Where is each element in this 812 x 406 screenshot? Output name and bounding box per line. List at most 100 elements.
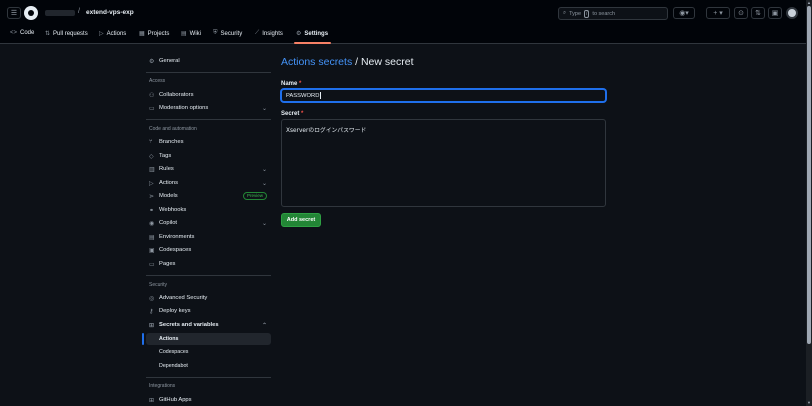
repo-nav-tabs: <> Code ⇅ Pull requests ▷ Actions ▦ Projects… [0,27,806,43]
key-icon: ⚷ [149,308,154,315]
page-title: Actions secrets / New secret [281,56,413,68]
issues-button[interactable]: ⊙ [734,7,748,19]
hamburger-menu-button[interactable]: ☰ [7,7,21,19]
page-title-text: New secret [360,56,414,68]
sidebar-item-copilot[interactable]: ◉ Copilot ⌄ [146,217,271,229]
breadcrumb-separator: / [352,56,361,68]
secret-label: Secret * [281,111,304,117]
sidebar-item-moderation[interactable]: ▭ Moderation options ⌄ [146,102,271,114]
sidebar-item-codespaces[interactable]: ▣ Codespaces [146,244,271,256]
chevron-down-icon: ⌄ [261,180,267,187]
sidebar-item-pages[interactable]: ▭ Pages [146,258,271,270]
tab-settings[interactable]: ⚙ Settings [296,30,328,38]
search-input[interactable]: ⌕ Type / to search [558,7,668,20]
pull-request-icon: ⇅ [755,10,761,17]
rules-icon: ▥ [149,166,155,173]
webhook-icon: ⚭ [149,207,155,214]
sidebar-divider [146,72,271,73]
sidebar-item-branches[interactable]: ⑂ Branches [146,136,271,148]
codescan-icon: ◎ [149,295,155,302]
people-icon: ⚇ [149,92,155,99]
sidebar-subitem-dependabot[interactable]: Dependabot [146,360,271,372]
codespaces-icon: ▣ [149,247,155,254]
code-icon: <> [10,30,18,36]
chevron-down-icon: ⌄ [261,220,267,227]
server-icon: ▤ [149,234,155,241]
add-secret-button[interactable]: Add secret [281,213,321,227]
scroll-up-arrow-icon[interactable]: ▲ [807,0,811,5]
comment-icon: ▭ [149,105,155,112]
tab-actions[interactable]: ▷ Actions [99,30,126,38]
inbox-icon: ▣ [771,10,779,17]
tab-wiki[interactable]: ▤ Wiki [181,30,201,38]
pull-request-icon: ⇅ [45,31,51,37]
breadcrumb-actions-secrets-link[interactable]: Actions secrets [281,56,352,68]
sidebar-item-rules[interactable]: ▥ Rules ⌄ [146,163,271,175]
tab-insights[interactable]: ⟋ Insights [255,30,283,37]
sidebar-heading-code-automation: Code and automation [149,126,197,132]
repo-separator: / [78,8,80,15]
book-icon: ▤ [181,31,187,37]
sidebar-item-webhooks[interactable]: ⚭ Webhooks [146,204,271,216]
sidebar-heading-integrations: Integrations [149,383,176,389]
table-icon: ▦ [139,31,145,37]
sidebar-subitem-codespaces[interactable]: Codespaces [146,346,271,358]
tab-security[interactable]: ⛨ Security [213,30,242,37]
tab-pull-requests[interactable]: ⇅ Pull requests [45,30,88,38]
issue-icon: ⊙ [738,10,744,17]
name-label: Name * [281,81,302,87]
play-icon: ▷ [99,31,104,37]
repo-name-link[interactable]: extend-vps-exp [86,9,134,16]
create-new-button[interactable]: + ▾ [706,7,730,19]
repo-owner-redacted[interactable] [45,10,75,16]
tab-projects[interactable]: ▦ Projects [139,30,169,38]
text-cursor [320,92,322,99]
sidebar-divider [146,275,271,276]
shield-icon: ⛨ [213,30,218,36]
sidebar-item-actions[interactable]: ▷ Actions ⌄ [146,177,271,189]
tag-icon: ◇ [149,153,154,160]
pull-requests-button[interactable]: ⇅ [751,7,765,19]
copilot-icon: ◉▾ [679,10,689,17]
preview-badge: Preview [242,192,267,200]
chevron-up-icon: ⌃ [261,322,267,329]
secret-value-textarea[interactable]: Xserverのログインパスワード [281,119,606,207]
search-icon: ⌕ [563,10,567,16]
required-mark: * [301,111,304,117]
scrollbar-thumb[interactable] [807,6,811,344]
asterisk-icon: ⊞ [149,322,155,329]
sidebar-item-secrets-variables[interactable]: ⊞ Secrets and variables ⌃ [146,319,271,331]
active-tab-indicator [294,42,331,44]
scroll-down-arrow-icon[interactable]: ▼ [807,400,811,405]
copilot-button[interactable]: ◉▾ [673,7,695,19]
github-logo-icon[interactable] [24,6,38,20]
chevron-down-icon: ⌄ [261,105,267,112]
graph-icon: ⟋ [255,30,260,36]
secret-name-input[interactable]: PASSWORD [281,89,606,102]
sidebar-item-environments[interactable]: ▤ Environments [146,231,271,243]
inbox-button[interactable]: ▣ [768,7,782,19]
sidebar-divider [146,377,271,378]
sidebar-divider [146,119,271,120]
sidebar-subitem-actions[interactable]: Actions [146,333,271,345]
copilot-icon: ◉ [149,220,155,227]
gear-icon: ⚙ [296,31,302,37]
sidebar-item-tags[interactable]: ◇ Tags [146,150,271,162]
menu-icon: ☰ [10,10,18,17]
global-header: ☰ / extend-vps-exp ⌕ Type / to search ◉▾… [0,0,806,44]
top-bar: ☰ / extend-vps-exp ⌕ Type / to search ◉▾… [0,0,806,26]
sidebar-heading-security: Security [149,282,168,288]
sidebar-item-models[interactable]: ⋗ Models Preview [146,190,271,202]
chevron-down-icon: ⌄ [261,166,267,173]
tab-code[interactable]: <> Code [10,30,34,36]
sidebar-item-collaborators[interactable]: ⚇ Collaborators [146,89,271,101]
sidebar-item-deploy-keys[interactable]: ⚷ Deploy keys [146,305,271,317]
branch-icon: ⑂ [149,139,153,145]
plus-icon: + ▾ [713,10,723,17]
sidebar-heading-access: Access [149,78,166,84]
sidebar-item-general[interactable]: ⚙ General [146,55,271,67]
play-icon: ▷ [149,180,154,187]
sidebar-item-advanced-security[interactable]: ◎ Advanced Security [146,292,271,304]
sidebar-item-github-apps[interactable]: ⊞ GitHub Apps [146,394,271,406]
avatar[interactable] [786,7,798,19]
